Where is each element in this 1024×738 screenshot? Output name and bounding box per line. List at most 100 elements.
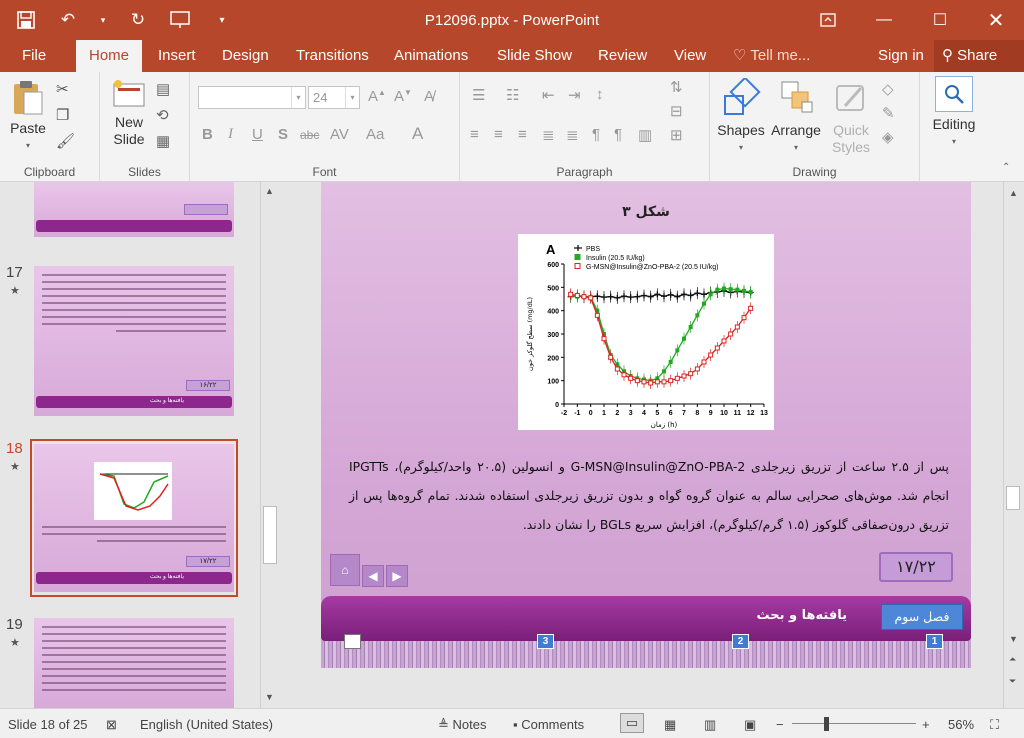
scroll-down-icon[interactable]: ▼	[265, 692, 274, 702]
distributed-icon[interactable]: ≣	[566, 126, 579, 144]
font-size-combo[interactable]: 24 ▾	[308, 86, 360, 109]
tab-animations[interactable]: Animations	[384, 40, 478, 72]
timeline-marker-1[interactable]: 1	[926, 634, 943, 649]
zoom-slider[interactable]	[792, 723, 916, 724]
next-nav-button[interactable]: ▶	[386, 565, 408, 587]
quick-styles-button[interactable]: Quick Styles	[826, 78, 876, 156]
character-spacing-icon[interactable]: AV	[330, 126, 349, 143]
zoom-level[interactable]: 56%	[948, 717, 974, 732]
collapse-ribbon-icon[interactable]: ⌃	[1002, 162, 1010, 173]
tab-file[interactable]: File	[12, 40, 56, 72]
slideshow-view-icon[interactable]: ▣	[744, 717, 756, 733]
tab-home[interactable]: Home	[76, 40, 142, 72]
font-color-icon[interactable]: A	[412, 124, 423, 144]
justify-icon[interactable]: ≣	[542, 126, 555, 144]
chapter-button[interactable]: فصل سوم	[881, 604, 963, 630]
tab-review[interactable]: Review	[588, 40, 657, 72]
home-nav-button[interactable]: ⌂	[330, 554, 360, 586]
shadow-icon[interactable]: S	[278, 126, 288, 143]
legend-label: PBS	[586, 246, 600, 253]
numbering-icon[interactable]: ☷	[506, 86, 519, 104]
strikethrough-icon[interactable]: abc	[300, 128, 319, 142]
previous-nav-button[interactable]: ◀	[362, 565, 384, 587]
thumbnail-slide-17[interactable]: ۱۶/۲۲ یافته‌ها و بحث	[34, 266, 234, 416]
scroll-down-icon[interactable]: ▼	[1009, 634, 1018, 644]
columns-icon[interactable]: ▥	[638, 126, 652, 144]
notes-button[interactable]: ≜ Notes	[438, 717, 486, 733]
ltr-icon[interactable]: ¶	[614, 126, 622, 143]
paste-button[interactable]: Paste ▾	[6, 78, 50, 154]
align-text-icon[interactable]: ⊟	[670, 102, 683, 120]
tell-me-search[interactable]: ♡ Tell me...	[733, 40, 810, 72]
timeline-marker-2[interactable]: 2	[732, 634, 749, 649]
arrange-button[interactable]: Arrange ▾	[768, 78, 824, 156]
normal-view-icon[interactable]: ▭	[620, 713, 644, 733]
shape-effects-icon[interactable]: ◈	[882, 128, 894, 146]
thumbnail-scrollbar[interactable]: ▲ ▼	[260, 182, 278, 708]
thumbnail-slide-16[interactable]	[34, 182, 234, 237]
underline-icon[interactable]: U	[252, 126, 263, 143]
text-direction-icon[interactable]: ⇅	[670, 78, 683, 96]
section-icon[interactable]: ▦	[156, 132, 170, 150]
spell-check-icon[interactable]: ⊠	[106, 717, 117, 733]
align-left-icon[interactable]: ≡	[470, 126, 479, 143]
shape-fill-icon[interactable]: ◇	[882, 80, 894, 98]
layout-icon[interactable]: ▤	[156, 80, 170, 98]
editing-button[interactable]: Editing ▾	[926, 76, 982, 150]
cut-icon[interactable]: ✂	[56, 80, 69, 98]
zoom-in-icon[interactable]: +	[922, 717, 930, 732]
share-button[interactable]: ⚲ Share	[934, 40, 1024, 72]
slide-sorter-icon[interactable]: ▦	[664, 717, 676, 733]
scrollbar-thumb[interactable]	[1006, 486, 1020, 510]
tab-view[interactable]: View	[664, 40, 716, 72]
bullets-icon[interactable]: ☰	[472, 86, 485, 104]
fit-to-window-icon[interactable]: ⛶	[990, 717, 999, 733]
align-center-icon[interactable]: ≡	[494, 126, 503, 143]
smartart-icon[interactable]: ⊞	[670, 126, 683, 144]
thumbnail-slide-18[interactable]: ۱۷/۲۲ یافته‌ها و بحث	[34, 444, 234, 592]
font-name-combo[interactable]: ▾	[198, 86, 306, 109]
ribbon-display-options-icon[interactable]	[800, 0, 856, 40]
new-slide-button[interactable]: New Slide	[104, 78, 154, 148]
next-slide-icon[interactable]: ⏷	[1009, 676, 1016, 687]
shape-outline-icon[interactable]: ✎	[882, 104, 895, 122]
decrease-indent-icon[interactable]: ⇤	[542, 86, 555, 104]
previous-slide-icon[interactable]: ⏶	[1009, 654, 1016, 665]
slide-scrollbar[interactable]: ▲ ▼ ⏶ ⏷	[1003, 182, 1024, 708]
comments-button[interactable]: ▪ Comments	[513, 717, 584, 732]
timeline-marker-3[interactable]: 3	[537, 634, 554, 649]
tab-transitions[interactable]: Transitions	[286, 40, 379, 72]
shrink-font-icon[interactable]: A▼	[394, 88, 412, 105]
scrollbar-thumb[interactable]	[263, 506, 277, 564]
timeline-marker-start[interactable]	[344, 634, 361, 649]
line-spacing-icon[interactable]: ↕	[596, 86, 604, 103]
scroll-up-icon[interactable]: ▲	[265, 186, 274, 196]
zoom-out-icon[interactable]: −	[776, 717, 784, 732]
data-point	[654, 291, 661, 298]
close-icon[interactable]: ✕	[968, 0, 1024, 40]
shapes-button[interactable]: Shapes ▾	[716, 78, 766, 156]
sign-in-link[interactable]: Sign in	[878, 40, 924, 72]
current-slide[interactable]: شکل ۳ A 0 100 200 300 400 500 600 -2 -1 0 1 2 3 4 5 6 7 8 9…	[321, 182, 971, 668]
copy-icon[interactable]: ❐	[56, 106, 69, 124]
language-indicator[interactable]: English (United States)	[140, 717, 273, 732]
scroll-up-icon[interactable]: ▲	[1009, 188, 1018, 198]
tab-slide-show[interactable]: Slide Show	[487, 40, 582, 72]
align-right-icon[interactable]: ≡	[518, 126, 527, 143]
rtl-icon[interactable]: ¶	[592, 126, 600, 143]
format-painter-icon[interactable]: 🖌	[56, 132, 75, 150]
bold-icon[interactable]: B	[202, 126, 213, 143]
change-case-icon[interactable]: Aa	[366, 126, 384, 143]
grow-font-icon[interactable]: A▲	[368, 88, 386, 105]
reading-view-icon[interactable]: ▥	[704, 717, 716, 733]
minimize-icon[interactable]: —	[856, 0, 912, 40]
clear-formatting-icon[interactable]: A̸	[424, 88, 434, 105]
maximize-icon[interactable]: ☐	[912, 0, 968, 40]
reset-icon[interactable]: ⟲	[156, 106, 169, 124]
zoom-slider-handle[interactable]	[824, 717, 829, 731]
italic-icon[interactable]: I	[228, 126, 233, 143]
tab-design[interactable]: Design	[212, 40, 279, 72]
tab-insert[interactable]: Insert	[148, 40, 206, 72]
increase-indent-icon[interactable]: ⇥	[568, 86, 581, 104]
thumbnail-slide-19[interactable]	[34, 618, 234, 708]
